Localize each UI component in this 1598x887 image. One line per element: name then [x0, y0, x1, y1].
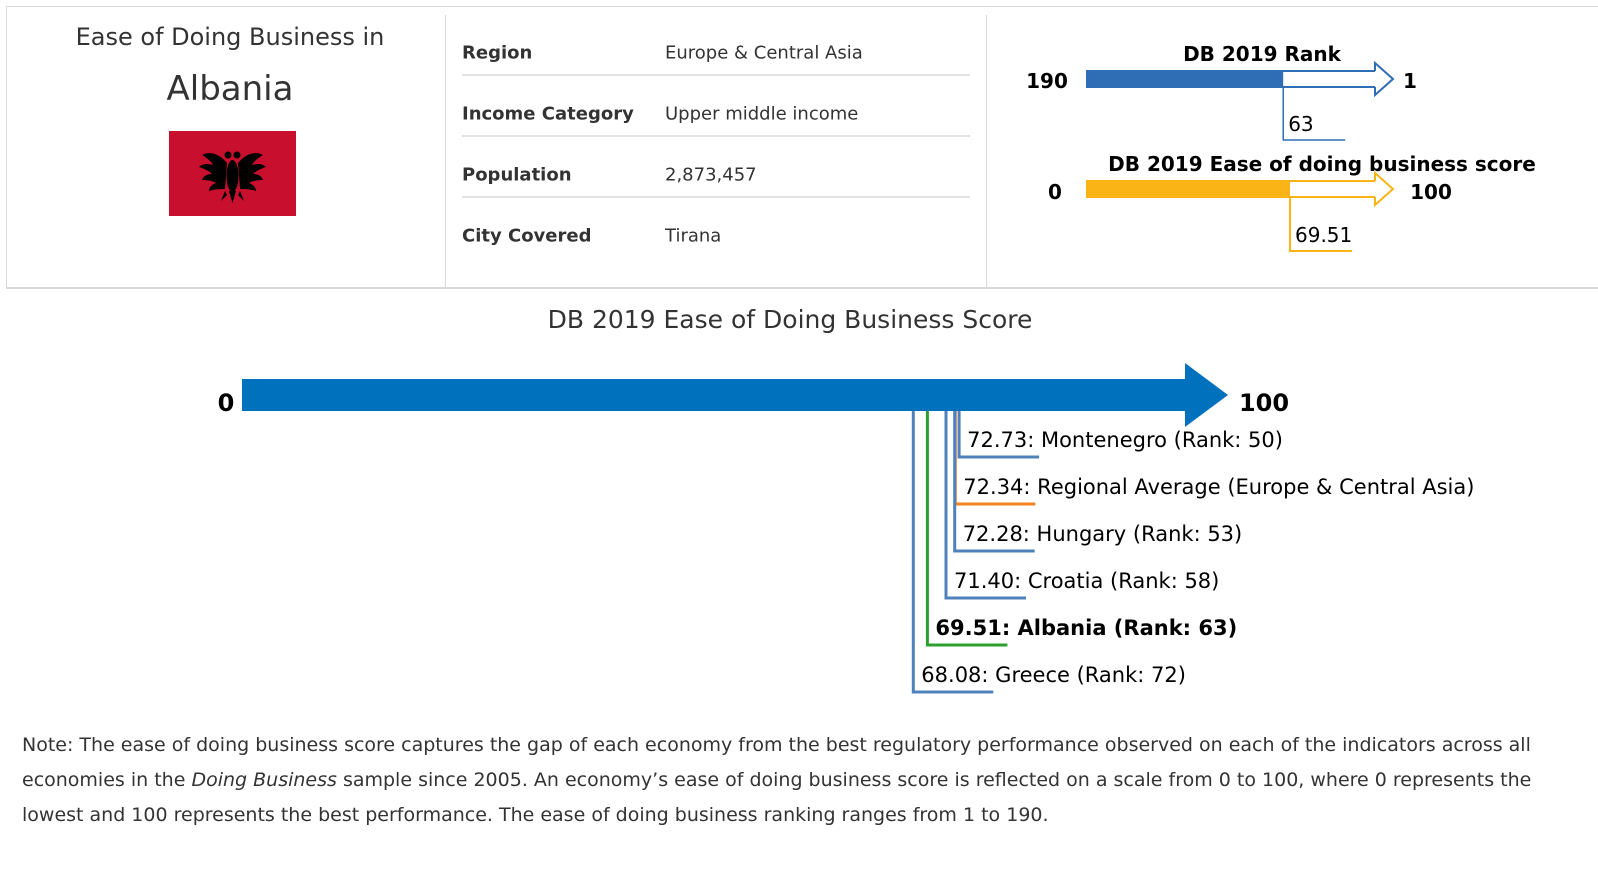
chart-entry-label: 72.34: Regional Average (Europe & Centra…	[963, 475, 1474, 499]
rank-gauge-max-label: 1	[1403, 69, 1417, 93]
info-label: Income Category	[462, 103, 634, 125]
info-value: 2,873,457	[665, 164, 757, 186]
rank-gauge-value-label: 63	[1288, 112, 1313, 136]
score-gauge-max-label: 100	[1410, 180, 1452, 204]
chart-title: DB 2019 Ease of Doing Business Score	[548, 305, 1033, 334]
info-row-city-covered: City Covered Tirana	[462, 198, 970, 259]
chart-entry-label: 72.28: Hungary (Rank: 53)	[963, 522, 1243, 546]
chart-entries: 72.73: Montenegro (Rank: 50) 72.34: Regio…	[911, 411, 1474, 694]
info-value: Upper middle income	[665, 103, 859, 125]
panel-divider	[445, 15, 446, 287]
chart-entry-label: 68.08: Greece (Rank: 72)	[921, 663, 1186, 687]
footnote: Note: The ease of doing business score c…	[22, 728, 1572, 833]
albania-flag-icon	[169, 131, 296, 216]
summary-panel: Ease of Doing Business in Albania Region…	[6, 6, 1598, 289]
chart-axis-arrow	[242, 363, 1228, 427]
rank-gauge-fill	[1087, 71, 1284, 87]
rank-gauge-min-label: 190	[1026, 69, 1068, 93]
info-label: City Covered	[462, 225, 592, 247]
score-chart: DB 2019 Ease of Doing Business Score 0 1…	[218, 305, 1474, 694]
chart-entry-label: 72.73: Montenegro (Rank: 50)	[967, 428, 1283, 452]
info-row-region: Region Europe & Central Asia	[462, 15, 970, 76]
info-value: Tirana	[665, 225, 722, 247]
footnote-emphasis: Doing Business	[191, 769, 337, 791]
chart-min-label: 0	[218, 389, 235, 417]
chart-max-label: 100	[1239, 389, 1289, 417]
score-gauge-value-label: 69.51	[1295, 223, 1352, 247]
gauges-panel: DB 2019 Rank 190 63 1 DB 2019 Ease of do…	[1026, 42, 1536, 252]
country-heading: Ease of Doing Business in	[75, 23, 385, 51]
info-label: Population	[462, 164, 572, 186]
score-gauge-fill	[1087, 181, 1290, 197]
chart-entry-label: 69.51: Albania (Rank: 63)	[935, 616, 1237, 640]
info-row-income-category: Income Category Upper middle income	[462, 76, 970, 137]
score-gauge-min-label: 0	[1048, 180, 1062, 204]
info-row-population: Population 2,873,457	[462, 137, 970, 198]
country-name: Albania	[166, 69, 294, 109]
score-gauge-arrowhead	[1374, 170, 1395, 208]
chart-entry-label: 71.40: Croatia (Rank: 58)	[954, 569, 1219, 593]
country-panel: Ease of Doing Business in Albania	[7, 7, 453, 290]
info-value: Europe & Central Asia	[665, 42, 863, 64]
rank-gauge-title: DB 2019 Rank	[1183, 42, 1342, 66]
score-gauge-title: DB 2019 Ease of doing business score	[1108, 152, 1536, 176]
rank-gauge-arrowhead	[1374, 60, 1395, 98]
info-label: Region	[462, 42, 533, 64]
